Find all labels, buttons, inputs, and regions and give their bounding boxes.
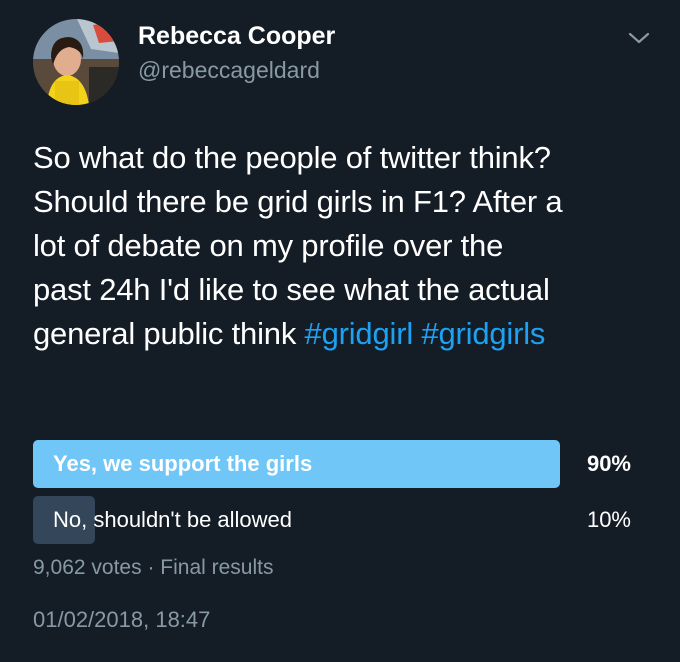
poll-status: Final results <box>160 556 274 579</box>
user-handle[interactable]: @rebeccageldard <box>138 57 320 84</box>
tweet-text-line: Should there be grid girls in F1? After … <box>33 184 563 219</box>
poll-option-percent: 10% <box>586 507 631 532</box>
tweet-text: So what do the people of twitter think? … <box>33 136 663 356</box>
tweet-text-line: So what do the people of twitter think? <box>33 140 551 175</box>
tweet: Rebecca Cooper @rebeccageldard So what d… <box>0 0 680 662</box>
tweet-text-line: general public think #gridgirl #gridgirl… <box>33 312 663 356</box>
poll-meta: 9,062 votes · Final results <box>33 556 273 580</box>
tweet-text-line: past 24h I'd like to see what the actual <box>33 272 550 307</box>
poll-option-winner: Yes, we support the girls 90% <box>33 440 631 488</box>
avatar-image <box>33 19 119 105</box>
poll-option-percent: 90% <box>586 451 631 476</box>
user-name[interactable]: Rebecca Cooper <box>138 22 335 51</box>
tweet-text-line: lot of debate on my profile over the <box>33 228 504 263</box>
tweet-timestamp[interactable]: 01/02/2018, 18:47 <box>33 607 210 633</box>
poll-votes: 9,062 votes <box>33 556 142 579</box>
poll-option-label: No, shouldn't be allowed <box>53 507 293 532</box>
poll-option-label: Yes, we support the girls <box>53 451 313 476</box>
hashtag-link[interactable]: #gridgirls <box>421 316 545 351</box>
poll-option: No, shouldn't be allowed 10% <box>33 496 631 544</box>
hashtag-link[interactable]: #gridgirl <box>305 316 414 351</box>
avatar[interactable] <box>33 19 119 105</box>
tweet-text-fragment: general public think <box>33 316 305 351</box>
chevron-down-icon[interactable] <box>626 28 652 48</box>
poll-separator: · <box>147 556 155 579</box>
